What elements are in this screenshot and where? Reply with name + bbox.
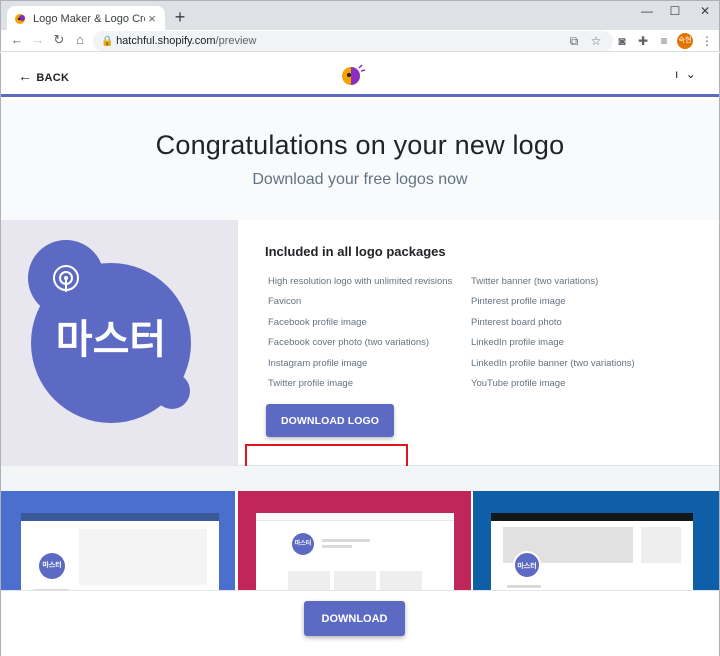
browser-toolbar: ← → ↻ ⌂ 🔒 hatchful.shopify.com/preview ⧉… [0, 30, 720, 52]
close-tab-icon[interactable]: × [145, 11, 159, 26]
maximize-icon[interactable]: ☐ [661, 4, 689, 18]
mock-header-bar [256, 513, 454, 521]
package-info-panel: Included in all logo packages High resol… [237, 220, 719, 466]
back-arrow-icon[interactable]: ← [8, 31, 26, 49]
logo-preview-panel: 마스터 [1, 220, 237, 466]
generated-logo: 마스터 [28, 240, 191, 423]
package-title: Included in all logo packages [265, 244, 446, 259]
page-subtitle: Download your free logos now [252, 171, 468, 188]
profile-avatar[interactable]: 숙현 [677, 33, 693, 49]
footer-bar: DOWNLOAD [1, 590, 719, 656]
back-label: BACK [36, 72, 70, 84]
close-window-icon[interactable]: ✕ [691, 4, 719, 18]
feature-item: Instagram profile image [268, 357, 368, 369]
mock-header-bar [21, 513, 219, 521]
mock-line [507, 585, 541, 588]
url-host: hatchful.shopify.com [116, 35, 216, 47]
top-navigation: ← BACK ı ⌄ [1, 53, 719, 97]
logo-text: 마스터 [56, 317, 166, 363]
download-button[interactable]: DOWNLOAD [304, 601, 405, 636]
feature-item: Favicon [268, 296, 302, 308]
account-label: ı [675, 67, 679, 81]
mock-cover [79, 529, 207, 585]
feature-item: YouTube profile image [471, 378, 566, 390]
extensions-puzzle-icon[interactable]: ✚ [634, 32, 652, 50]
feature-item: Pinterest board photo [471, 316, 562, 328]
reload-icon[interactable]: ↻ [50, 31, 68, 49]
feature-item: High resolution logo with unlimited revi… [268, 276, 453, 287]
address-bar[interactable]: 🔒 hatchful.shopify.com/preview [93, 31, 613, 51]
translate-icon[interactable]: ⧉ [565, 32, 583, 50]
mock-logo: 마스터 [292, 533, 314, 555]
mock-logo: 마스터 [39, 553, 65, 579]
bookmark-star-icon[interactable]: ☆ [587, 32, 605, 50]
camera-icon[interactable]: ◙ [613, 32, 631, 50]
feature-item: Facebook cover photo (two variations) [268, 337, 430, 349]
lock-icon: 🔒 [101, 36, 114, 47]
chevron-down-icon: ⌄ [685, 67, 696, 81]
home-icon[interactable]: ⌂ [71, 31, 89, 49]
back-link[interactable]: ← BACK [18, 68, 69, 84]
mock-logo: 마스터 [513, 551, 541, 579]
page-title: Congratulations on your new logo [155, 130, 565, 160]
mock-header-bar [491, 513, 693, 521]
arrow-left-icon: ← [18, 68, 33, 84]
feature-item: LinkedIn profile image [471, 337, 564, 349]
hero-section: Congratulations on your new logo Downloa… [1, 100, 719, 220]
minimize-icon[interactable]: — [633, 4, 661, 18]
section-divider [1, 466, 719, 491]
feature-item: Facebook profile image [268, 316, 367, 328]
tab-title: Logo Maker & Logo Creator - F [33, 12, 145, 25]
feature-list-left: High resolution logo with unlimited revi… [268, 272, 452, 394]
account-menu[interactable]: ı ⌄ [675, 67, 696, 81]
hatchful-logo-icon[interactable] [340, 63, 366, 87]
feature-item: Pinterest profile image [471, 296, 566, 308]
feature-item: LinkedIn profile banner (two variations) [471, 357, 635, 369]
feature-item: Twitter banner (two variations) [471, 276, 599, 287]
download-logo-button[interactable]: DOWNLOAD LOGO [266, 404, 394, 437]
browser-tab-strip: Logo Maker & Logo Creator - F × + — ☐ ✕ [0, 0, 720, 31]
mock-line [322, 539, 370, 542]
mock-box [641, 527, 681, 563]
page: ← BACK ı ⌄ Congratulations on your new lo… [0, 53, 720, 656]
forward-arrow-icon[interactable]: → [29, 31, 47, 49]
feature-item: Twitter profile image [268, 378, 354, 390]
reading-list-icon[interactable]: ≡ [655, 32, 673, 50]
mock-line [322, 545, 352, 548]
url-path: /preview [215, 35, 257, 47]
browser-tab[interactable]: Logo Maker & Logo Creator - F × [7, 6, 165, 31]
menu-kebab-icon[interactable]: ⋮ [698, 32, 716, 50]
feature-list-right: Twitter banner (two variations) Pinteres… [471, 272, 635, 394]
new-tab-icon[interactable]: + [171, 7, 189, 28]
hatchful-favicon-icon [13, 12, 27, 26]
